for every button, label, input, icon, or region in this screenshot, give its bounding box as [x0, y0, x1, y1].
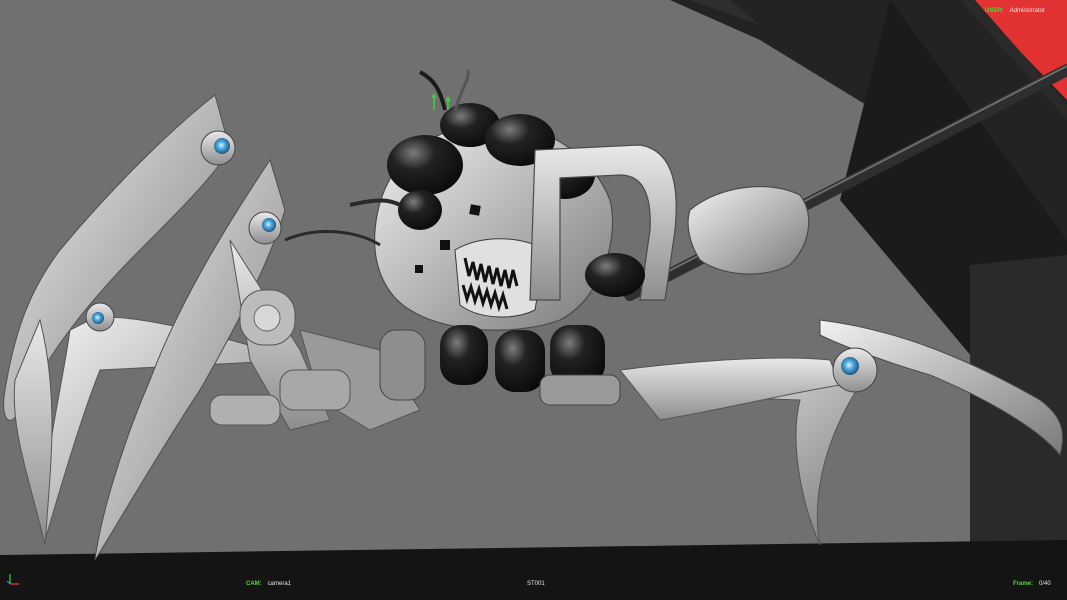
dome-pod-5 [398, 190, 442, 230]
hud-user-value: Administrator [1009, 8, 1045, 14]
vent-3 [415, 265, 423, 273]
hud-user-label: USER: [984, 8, 1004, 14]
axis-gizmo-icon [6, 574, 19, 585]
hud-frame: Frame: 0/40 [1013, 580, 1051, 588]
cylinder-1 [440, 325, 488, 385]
segment-lower-left [279, 369, 351, 411]
vent-2 [440, 240, 450, 250]
hud-camera: CAM: camera1 [246, 580, 291, 588]
hud-user: USER: Administrator [985, 7, 1045, 15]
bracket-pod [585, 253, 645, 297]
joint-eye-4 [832, 347, 878, 393]
3d-viewport[interactable]: USER: Administrator CAM: camera1 ST001 Fra… [0, 0, 1067, 600]
hud-shot: ST001 [527, 580, 545, 588]
segment-ribbed-left [379, 329, 426, 401]
joint-eye-2 [248, 211, 282, 245]
segment-ribbed-right [539, 374, 621, 406]
joint-eye-3 [85, 302, 115, 332]
hud-shot-value: ST001 [527, 581, 545, 587]
hud-frame-value: 0/40 [1039, 581, 1051, 587]
segment-lower-left-2 [209, 394, 281, 426]
viewport-scene[interactable] [0, 0, 1067, 600]
claw-grip [687, 186, 810, 275]
transform-manipulator-icon[interactable] [426, 92, 456, 112]
cylinder-2 [495, 330, 545, 392]
dome-pod-3 [387, 135, 463, 195]
hud-camera-label: CAM: [246, 581, 262, 587]
vent-1 [469, 204, 481, 216]
hud-camera-value: camera1 [267, 581, 292, 587]
joint-eye-1 [200, 130, 236, 166]
hud-frame-label: Frame: [1013, 581, 1034, 587]
piston-left-cap [253, 304, 281, 332]
